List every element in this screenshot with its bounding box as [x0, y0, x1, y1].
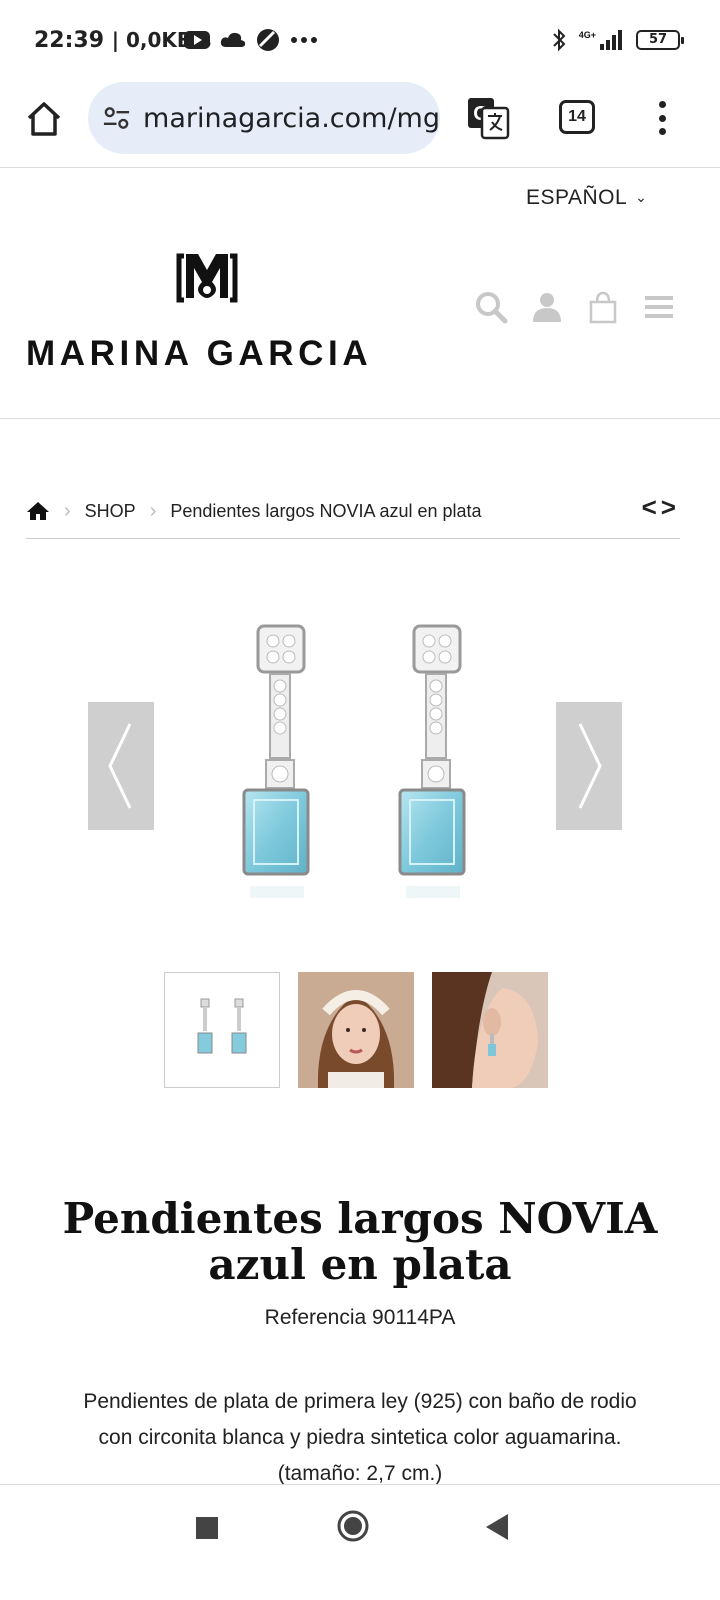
tab-switcher-button[interactable]: 14 [559, 100, 595, 134]
product-description: Pendientes de plata de primera ley (925)… [83, 1390, 637, 1485]
product-title: Pendientes largos NOVIA azul en plata [62, 1194, 658, 1289]
search-icon[interactable] [474, 290, 508, 324]
status-icons-left [184, 28, 318, 52]
product-reference: Referencia 90114PA [264, 1306, 456, 1329]
breadcrumb-shop[interactable]: SHOP [85, 501, 136, 522]
back-icon[interactable] [486, 1514, 508, 1540]
hamburger-menu-icon[interactable] [642, 290, 676, 324]
overflow-menu-icon[interactable] [650, 98, 674, 138]
site-settings-icon[interactable] [102, 103, 131, 133]
thumbnail-model-front[interactable] [298, 972, 414, 1088]
system-navigation-bar [0, 1484, 720, 1600]
vpn-icon [257, 29, 279, 51]
battery-icon: 57 [636, 30, 684, 50]
language-label: ESPAÑOL [526, 186, 628, 209]
breadcrumb-divider [26, 538, 680, 539]
chevron-left-icon [108, 723, 132, 809]
home-icon[interactable] [24, 99, 64, 139]
header-actions [474, 290, 676, 324]
account-icon[interactable] [530, 290, 564, 324]
header-divider [0, 418, 720, 419]
status-bar: 22:39 | 0,0KB/s 4G+ 57 [0, 0, 720, 80]
status-icons-right: 4G+ 57 [551, 28, 684, 52]
recents-icon[interactable] [196, 1517, 218, 1539]
browser-toolbar: marinagarcia.com/mg G 14 [0, 80, 720, 168]
chevron-right-icon [578, 723, 602, 809]
youtube-icon [184, 31, 210, 49]
breadcrumb-separator: › [149, 499, 157, 522]
signal-icon [600, 30, 622, 50]
network-type: 4G+ [578, 30, 596, 40]
thumbnail-earrings[interactable] [164, 972, 280, 1088]
signal-group: 4G+ [579, 30, 624, 50]
product-image[interactable] [236, 614, 486, 914]
breadcrumb-current: Pendientes largos NOVIA azul en plata [170, 500, 482, 521]
gallery-prev-button[interactable] [88, 702, 154, 830]
thumbnail-model-side[interactable] [432, 972, 548, 1088]
brand-logo-icon[interactable] [176, 248, 238, 304]
more-dots-icon [291, 37, 317, 43]
battery-level: 57 [648, 32, 668, 47]
breadcrumb: › SHOP › Pendientes largos NOVIA azul en… [26, 492, 680, 526]
clock: 22:39 [34, 28, 105, 53]
product-pager[interactable]: <> [642, 492, 680, 523]
tab-count: 14 [568, 108, 586, 125]
home-circle-icon[interactable] [336, 1509, 370, 1543]
cart-icon[interactable] [586, 290, 620, 324]
product-gallery [0, 590, 720, 930]
bluetooth-icon [553, 28, 566, 52]
breadcrumb-separator: › [64, 499, 71, 522]
home-breadcrumb-icon[interactable] [26, 501, 50, 521]
gallery-next-button[interactable] [556, 702, 622, 830]
brand-wordmark[interactable]: MARINA GARCIA [26, 334, 372, 374]
language-selector[interactable]: ESPAÑOL ⌄ [526, 186, 647, 210]
address-bar[interactable]: marinagarcia.com/mg [88, 82, 440, 154]
thumbnail-strip [164, 972, 548, 1088]
cloud-icon [220, 32, 246, 47]
url-text[interactable]: marinagarcia.com/mg [143, 103, 440, 134]
chevron-down-icon: ⌄ [635, 189, 648, 205]
translate-icon[interactable]: G [466, 96, 510, 140]
